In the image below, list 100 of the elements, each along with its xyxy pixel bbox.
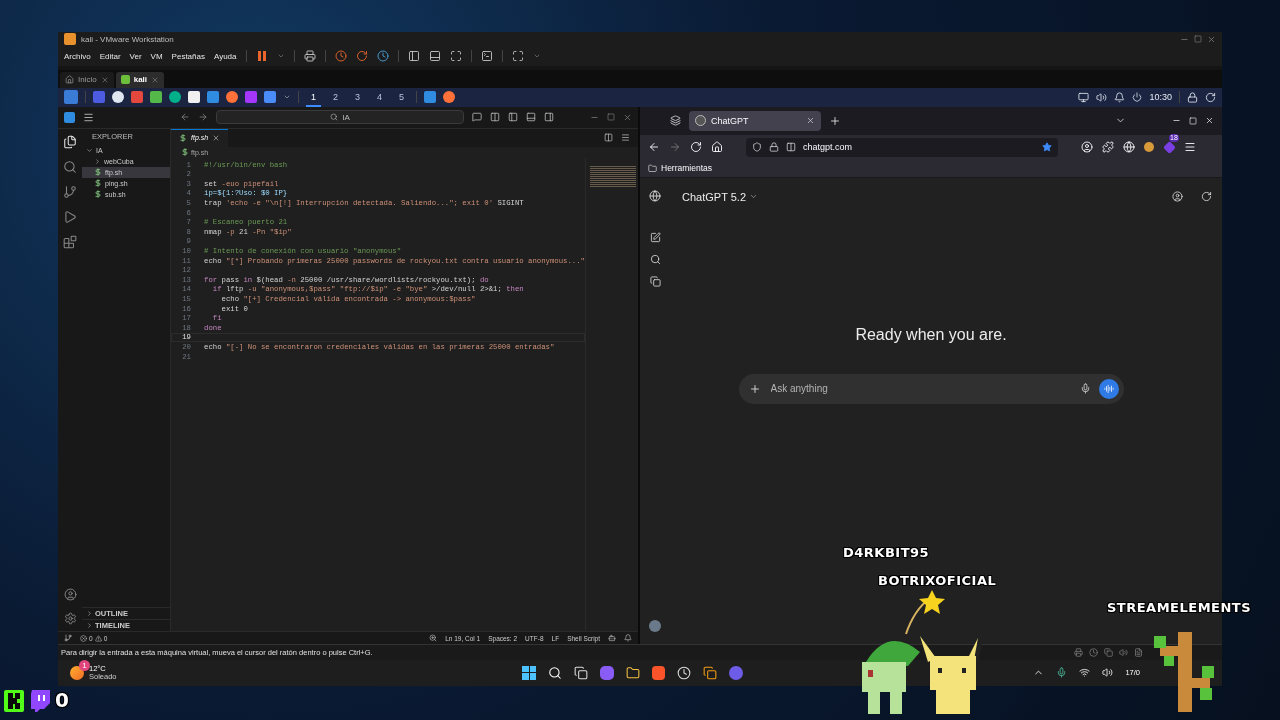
branch-icon[interactable] — [63, 184, 77, 199]
voice-button[interactable] — [1098, 378, 1119, 399]
weather-icon[interactable] — [70, 666, 84, 680]
volume-icon[interactable] — [1102, 667, 1114, 679]
plus-icon[interactable] — [748, 382, 761, 395]
back-icon[interactable] — [180, 112, 190, 123]
app-logo-icon — [64, 33, 76, 46]
volume-icon[interactable] — [1096, 91, 1108, 103]
forward-icon[interactable] — [198, 112, 208, 123]
run-icon[interactable] — [63, 209, 77, 224]
display-icon[interactable] — [1078, 91, 1090, 103]
chevron-right-icon — [94, 157, 101, 165]
pause-icon[interactable] — [255, 51, 268, 62]
avatar[interactable] — [649, 620, 661, 633]
network-icon[interactable] — [1079, 667, 1091, 679]
panel-bottom-icon[interactable] — [526, 112, 536, 123]
chevron-down-icon — [86, 146, 93, 154]
search-icon[interactable] — [649, 253, 661, 265]
library-icon[interactable] — [649, 275, 661, 287]
dollar-icon — [179, 133, 187, 142]
search-field[interactable]: IA — [216, 110, 464, 125]
menu-item[interactable]: VM — [150, 51, 163, 61]
close-icon[interactable] — [806, 116, 815, 126]
tabs-icon[interactable] — [670, 115, 681, 127]
new-tab-icon[interactable] — [829, 114, 841, 127]
close-icon[interactable] — [1205, 116, 1214, 126]
shield-icon[interactable] — [752, 142, 762, 153]
stretch-icon[interactable] — [511, 50, 524, 63]
extensions-icon[interactable] — [1102, 141, 1114, 154]
snapshot-icon[interactable] — [334, 50, 347, 63]
microphone-icon[interactable] — [1079, 383, 1091, 395]
lock-icon[interactable] — [1187, 91, 1198, 103]
browser-tab[interactable]: ChatGPT — [689, 110, 821, 131]
more-icon[interactable] — [621, 133, 630, 143]
snapshot-manager-icon[interactable] — [376, 50, 389, 63]
menu-icon[interactable] — [83, 111, 94, 123]
files-icon[interactable] — [63, 134, 77, 149]
browser-icon[interactable] — [652, 666, 665, 680]
reload-icon[interactable] — [690, 141, 702, 154]
start-icon[interactable] — [522, 666, 536, 680]
viewer-name: BOTRIXOFICIAL — [878, 573, 997, 588]
menu-item[interactable]: Editar — [99, 51, 121, 61]
settings-icon[interactable] — [63, 612, 77, 626]
zoom-icon[interactable] — [429, 634, 438, 643]
vm-tab[interactable]: kali — [115, 71, 165, 88]
lock-icon[interactable] — [769, 142, 779, 153]
console-icon[interactable] — [480, 50, 493, 63]
restart-icon[interactable] — [1205, 91, 1216, 103]
library-icon[interactable] — [407, 50, 420, 63]
editor-logo-icon — [64, 111, 75, 123]
workspace-switch[interactable]: 1 — [306, 87, 321, 107]
folder-icon[interactable] — [626, 666, 640, 680]
bell-icon[interactable] — [1114, 91, 1126, 103]
power-icon[interactable] — [1132, 92, 1143, 103]
bell-icon[interactable] — [624, 634, 632, 643]
close-icon[interactable] — [212, 133, 221, 142]
kali-menu-icon[interactable] — [64, 90, 78, 105]
fullscreen-icon[interactable] — [449, 50, 462, 63]
revert-icon[interactable] — [355, 50, 368, 63]
viewer-name: D4RKBIT95 — [843, 545, 930, 560]
panel-left-icon[interactable] — [508, 112, 518, 123]
microphone-icon[interactable] — [1056, 667, 1068, 679]
prompt-field[interactable]: Ask anything — [738, 373, 1124, 404]
bookmark-star-icon[interactable] — [1042, 142, 1052, 153]
folder-icon — [648, 163, 657, 173]
app-launcher-icon[interactable] — [226, 91, 238, 104]
dollar-icon — [94, 179, 102, 188]
task-view-icon[interactable] — [574, 666, 588, 680]
app-launcher-icon[interactable] — [150, 91, 162, 104]
back-icon[interactable] — [648, 141, 660, 154]
workspace-switch[interactable]: 5 — [394, 87, 409, 107]
panel-right-icon[interactable] — [544, 112, 554, 123]
app-launcher-icon[interactable] — [188, 91, 200, 104]
permissions-icon[interactable] — [786, 142, 796, 153]
home-icon[interactable] — [711, 141, 723, 154]
workspace-switch[interactable]: 4 — [372, 87, 387, 107]
workspace-switch[interactable]: 2 — [328, 87, 343, 107]
split-icon[interactable] — [604, 133, 613, 143]
vm-tab[interactable]: Inicio — [60, 71, 114, 88]
thumbnail-icon[interactable] — [428, 50, 441, 63]
model-selector[interactable]: ChatGPT 5.2 — [682, 190, 758, 203]
viewer-count: 0 — [55, 688, 70, 712]
menu-item[interactable]: Ayuda — [213, 51, 237, 61]
chat-icon[interactable] — [472, 112, 482, 123]
prompt-input[interactable]: Ask anything — [768, 382, 1072, 396]
app-launcher-icon[interactable] — [443, 91, 455, 104]
app-launcher-icon[interactable] — [112, 91, 124, 104]
menu-item[interactable]: Archivo — [64, 51, 91, 61]
workspace-switch[interactable]: 3 — [350, 87, 365, 107]
menu-icon[interactable] — [1184, 141, 1196, 154]
menu-item[interactable]: Pestañas — [171, 51, 205, 61]
bookmark-folder[interactable]: Herramientas — [648, 163, 713, 174]
address-field[interactable]: chatgpt.com — [746, 137, 1058, 157]
search-icon[interactable] — [548, 666, 562, 680]
app-launcher-icon[interactable] — [169, 91, 181, 104]
layout-icon[interactable] — [490, 112, 500, 123]
extensions-icon[interactable] — [63, 234, 77, 249]
menu-item[interactable]: Ver — [129, 51, 142, 61]
audio-lines-icon — [1103, 383, 1114, 394]
new-chat-icon[interactable] — [649, 231, 661, 243]
